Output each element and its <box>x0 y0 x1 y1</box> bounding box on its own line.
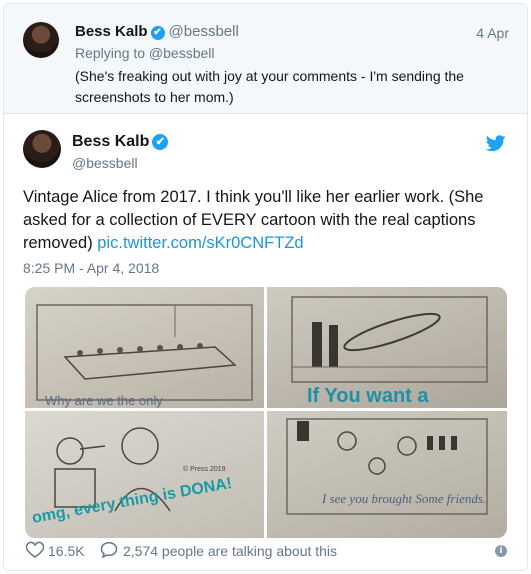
tweet-actions: 16.5K 2,574 people are talking about thi… <box>4 537 527 567</box>
cartoon-drawing: If You want a <box>291 296 488 407</box>
cartoon-drawing: I see you brought Some friends. <box>286 418 488 515</box>
verified-badge-icon: ✔ <box>152 134 169 150</box>
avatar[interactable] <box>23 22 59 58</box>
verified-badge-icon: ✔ <box>150 26 165 40</box>
reply-text: (She's freaking out with joy at your com… <box>75 68 464 105</box>
photo-caption: I see you brought Some friends. <box>321 491 486 506</box>
photo-caption: omg, every thing is DONA! <box>31 475 234 527</box>
tweet-timestamp[interactable]: 8:25 PM - Apr 4, 2018 <box>23 260 159 276</box>
reply-bubble-icon[interactable] <box>100 541 118 558</box>
photo-caption: If You want a <box>307 385 429 407</box>
photo-link[interactable]: pic.twitter.com/sKr0CNFTZd <box>97 234 303 252</box>
photo-3[interactable]: © Press 2019 omg, every thing is DONA! <box>25 411 264 538</box>
photo-1[interactable]: Why are we the only <box>25 287 264 408</box>
cartoon-drawing: Why are we the only <box>36 304 253 408</box>
talking-count[interactable]: 2,574 people are talking about this <box>123 543 337 559</box>
info-icon[interactable]: i <box>495 545 507 557</box>
photo-caption: Why are we the only <box>45 393 163 408</box>
avatar[interactable] <box>23 130 61 168</box>
author-name[interactable]: Bess Kalb <box>75 23 148 40</box>
photo-4[interactable]: I see you brought Some friends. <box>267 411 507 538</box>
heart-icon[interactable] <box>26 541 44 558</box>
embedded-tweet-card: Bess Kalb ✔ @bessbell 4 Apr Replying to @b… <box>3 3 528 571</box>
author-name[interactable]: Bess Kalb <box>72 133 149 150</box>
author-handle[interactable]: @bessbell <box>169 23 239 40</box>
tweet-text: Vintage Alice from 2017. I think you'll … <box>23 186 513 255</box>
photo-grid: Why are we the only If You want a © Pres… <box>25 287 507 538</box>
cartoon-drawing: © Press 2019 omg, every thing is DONA! <box>31 427 234 527</box>
svg-text:© Press 2019: © Press 2019 <box>183 465 226 473</box>
author-handle[interactable]: @bessbell <box>72 155 138 171</box>
reply-date[interactable]: 4 Apr <box>476 25 509 41</box>
replying-to[interactable]: Replying to @bessbell <box>75 45 215 61</box>
reply-tweet[interactable]: Bess Kalb ✔ @bessbell 4 Apr Replying to @b… <box>4 4 527 114</box>
like-count[interactable]: 16.5K <box>48 543 85 559</box>
tweet-author[interactable]: Bess Kalb ✔ <box>72 133 169 151</box>
twitter-bird-icon[interactable] <box>486 135 506 152</box>
photo-2[interactable]: If You want a <box>267 287 507 408</box>
reply-author[interactable]: Bess Kalb ✔ @bessbell <box>75 23 239 40</box>
